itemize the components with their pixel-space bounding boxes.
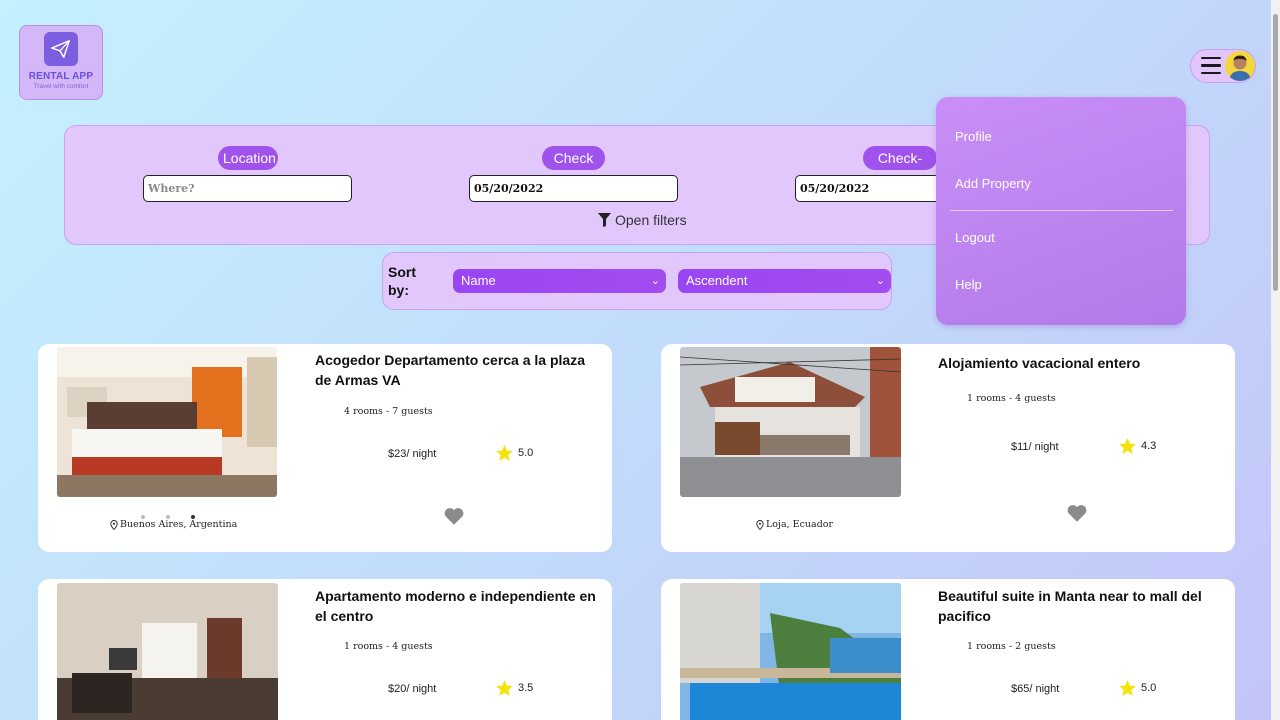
listing-rating: 4.3 — [1119, 438, 1156, 454]
chevron-down-icon: ⌄ — [650, 275, 660, 287]
listing-card[interactable]: Buenos Aires, Argentina Acogedor Departa… — [38, 344, 612, 552]
listing-price: $11/ night — [1011, 441, 1059, 453]
hamburger-icon — [1201, 57, 1221, 75]
scrollbar-thumb[interactable] — [1273, 14, 1278, 291]
listing-image[interactable] — [680, 583, 901, 720]
listing-card[interactable]: Apartamento moderno e independiente en e… — [38, 579, 612, 720]
map-pin-icon — [756, 519, 764, 530]
listing-image[interactable] — [57, 583, 278, 720]
listing-image[interactable] — [57, 347, 277, 497]
menu-divider — [950, 210, 1173, 211]
heart-icon[interactable] — [444, 507, 464, 530]
checkout-label: Check-Out — [863, 146, 937, 190]
sort-field-value: Name — [461, 273, 496, 288]
listing-card[interactable]: Loja, Ecuador Alojamiento vacacional ent… — [661, 344, 1235, 552]
open-filters-button[interactable]: Open filters — [598, 212, 687, 228]
menu-item-profile[interactable]: Profile — [955, 129, 992, 144]
star-icon — [1119, 438, 1136, 454]
listing-price: $65/ night — [1011, 683, 1060, 695]
star-icon — [1119, 680, 1136, 696]
filter-icon — [598, 213, 611, 227]
listing-rating: 3.5 — [496, 680, 533, 696]
menu-item-help[interactable]: Help — [955, 277, 982, 292]
listing-title[interactable]: Alojamiento vacacional entero — [938, 353, 1223, 373]
star-icon — [496, 445, 513, 461]
sort-order-value: Ascendent — [686, 273, 748, 288]
checkin-input[interactable] — [469, 175, 678, 202]
sort-label: Sort by: — [388, 264, 416, 298]
logo-title: RENTAL APP — [28, 71, 94, 82]
location-input[interactable] — [143, 175, 352, 202]
listing-rating: 5.0 — [496, 445, 533, 461]
listing-rooms: 1 rooms - 4 guests — [344, 641, 433, 652]
avatar — [1225, 51, 1255, 81]
heart-icon[interactable] — [1067, 504, 1087, 527]
sort-field-select[interactable]: Name ⌄ — [453, 269, 666, 293]
chevron-down-icon: ⌄ — [875, 275, 885, 287]
menu-item-add-property[interactable]: Add Property — [955, 176, 1031, 191]
user-menu-button[interactable] — [1190, 49, 1256, 83]
listing-title[interactable]: Apartamento moderno e independiente en e… — [315, 586, 600, 626]
listing-card[interactable]: Beautiful suite in Manta near to mall de… — [661, 579, 1235, 720]
paper-plane-icon — [44, 32, 78, 66]
map-pin-icon — [110, 519, 118, 530]
user-dropdown-menu: Profile Add Property Logout Help — [936, 97, 1186, 325]
listing-rooms: 1 rooms - 4 guests — [967, 393, 1056, 404]
app-logo[interactable]: RENTAL APP Travel with comfort — [19, 25, 103, 100]
logo-subtitle: Travel with comfort — [33, 83, 89, 90]
star-icon — [496, 680, 513, 696]
listing-rooms: 1 rooms - 2 guests — [967, 641, 1056, 652]
listing-price: $20/ night — [388, 683, 437, 695]
open-filters-label: Open filters — [615, 212, 687, 228]
listing-image[interactable] — [680, 347, 901, 497]
listing-rooms: 4 rooms - 7 guests — [344, 406, 433, 417]
location-label: Location — [218, 146, 278, 170]
listing-title[interactable]: Beautiful suite in Manta near to mall de… — [938, 586, 1223, 626]
listing-title[interactable]: Acogedor Departamento cerca a la plaza d… — [315, 350, 600, 390]
checkin-label: Check in — [542, 146, 605, 190]
sort-order-select[interactable]: Ascendent ⌄ — [678, 269, 891, 293]
menu-item-logout[interactable]: Logout — [955, 230, 995, 245]
listing-rating: 5.0 — [1119, 680, 1156, 696]
listing-location: Loja, Ecuador — [756, 519, 833, 530]
listing-price: $23/ night — [388, 448, 437, 460]
sort-panel: Sort by: Name ⌄ Ascendent ⌄ — [382, 252, 892, 310]
listing-location: Buenos Aires, Argentina — [110, 519, 237, 530]
